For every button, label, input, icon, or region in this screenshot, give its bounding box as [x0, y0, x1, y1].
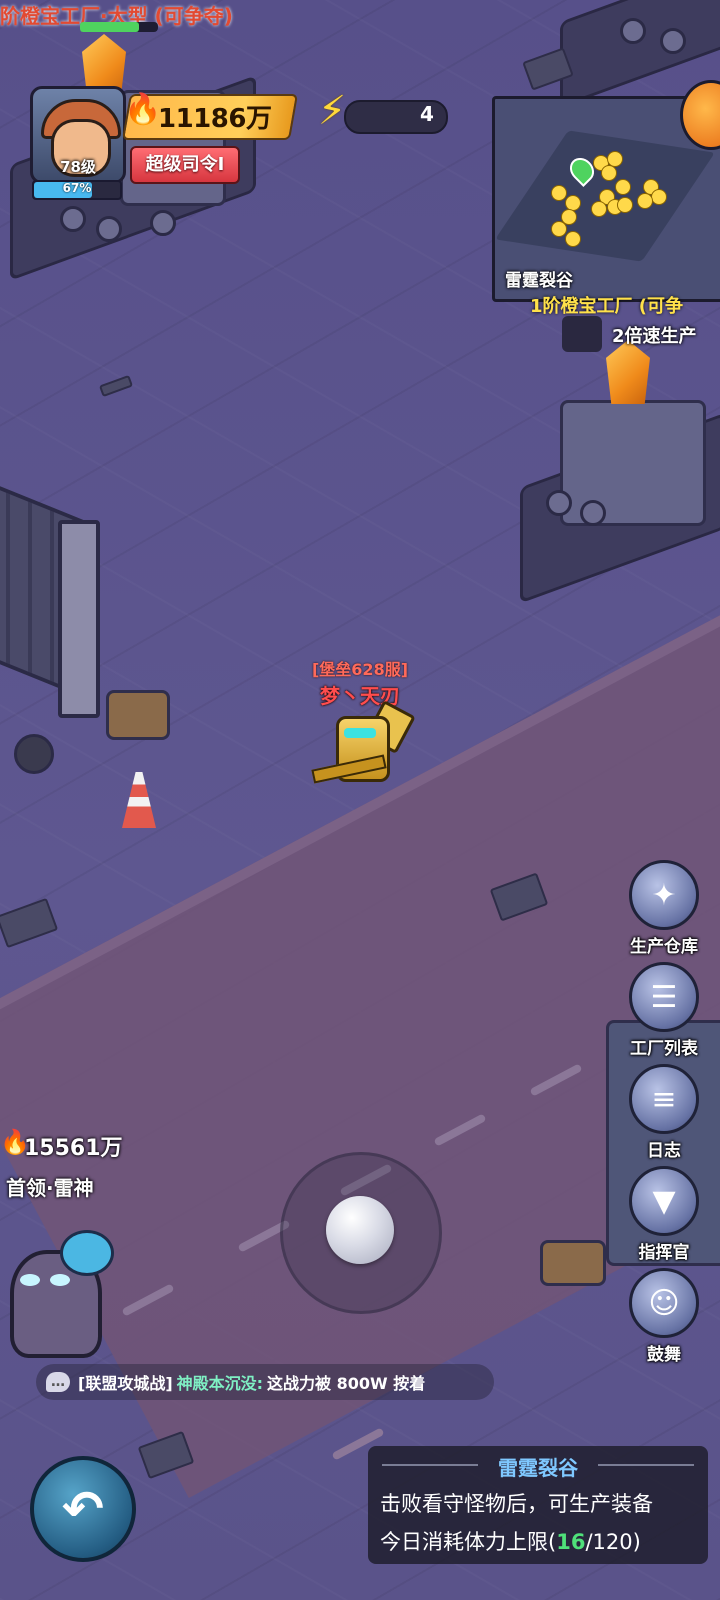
building-status: 2倍速生产	[612, 326, 697, 347]
warehouse-button[interactable]: ✦ 生产仓库	[628, 860, 700, 957]
xp-percent: 67%	[62, 181, 92, 195]
crate	[540, 1240, 606, 1286]
inspire-label: 鼓舞	[647, 1345, 681, 1365]
joystick-knob[interactable]	[326, 1196, 394, 1264]
chat-user: 神殿本沉没:	[176, 1374, 264, 1393]
chat-bubble-icon: …	[46, 1372, 70, 1392]
player-power: 11186万	[158, 104, 272, 134]
stamina-current: 16	[556, 1530, 586, 1554]
flame-icon: 🔥	[124, 92, 162, 127]
stamina-limit: 今日消耗体力上限(16/120)	[380, 1526, 641, 1556]
factory-list-label: 工厂列表	[630, 1039, 698, 1059]
player-avatar[interactable]: 78级	[30, 86, 126, 184]
player-mech-character[interactable]	[311, 700, 416, 798]
player-name: 梦丶天刃	[320, 684, 400, 708]
chat-message: 这战力被 800W 按着	[267, 1374, 426, 1393]
inspire-button[interactable]: ☺ 鼓舞	[628, 1268, 700, 1365]
area-info-panel: 雷霆裂谷 击败看守怪物后，可生产装备 今日消耗体力上限(16/120)	[368, 1446, 708, 1564]
log-label: 日志	[647, 1141, 681, 1161]
back-button[interactable]: ↶	[30, 1456, 136, 1562]
boss-power: 15561万	[24, 1136, 123, 1161]
building-status-icon	[562, 316, 602, 352]
energy-value: 4	[420, 102, 434, 126]
player-server: [堡垒628服]	[311, 660, 409, 679]
inspire-icon: ☺	[629, 1268, 699, 1338]
warehouse-label: 生产仓库	[630, 937, 698, 957]
tire	[14, 734, 54, 774]
chat-bar[interactable]: … [联盟攻城战] 神殿本沉没: 这战力被 800W 按着	[36, 1364, 494, 1400]
factory-building-topright[interactable]	[560, 0, 720, 109]
commander-icon: ▼	[629, 1166, 699, 1236]
factory-building-right[interactable]	[520, 330, 720, 604]
back-arrow-icon: ↶	[62, 1480, 104, 1538]
crate	[106, 690, 170, 740]
area-description: 击败看守怪物后，可生产装备	[380, 1492, 653, 1516]
log-icon: ≡	[629, 1064, 699, 1134]
factory-list-icon: ☰	[629, 962, 699, 1032]
boss-name: 首领·雷神	[6, 1176, 94, 1200]
log-button[interactable]: ≡ 日志	[628, 1064, 700, 1161]
commander-button[interactable]: ▼ 指挥官	[628, 1166, 700, 1263]
xp-bar: 67%	[32, 180, 122, 200]
rank-badge[interactable]: 超级司令Ⅰ	[130, 146, 240, 184]
metal-gate	[0, 470, 110, 718]
player-level: 78级	[60, 158, 96, 176]
building-title: 1阶橙宝工厂 (可争	[530, 296, 684, 317]
lightning-icon: ⚡	[318, 88, 347, 134]
warehouse-icon: ✦	[629, 860, 699, 930]
minimap-area-name: 雷霆裂谷	[505, 271, 573, 291]
area-title: 雷霆裂谷	[498, 1456, 578, 1480]
boss-thor-character[interactable]	[0, 1220, 116, 1370]
building-hp-bar	[80, 22, 158, 32]
chat-channel: [联盟攻城战]	[78, 1374, 173, 1393]
stamina-limit-suffix: /120)	[585, 1530, 641, 1554]
stamina-limit-prefix: 今日消耗体力上限(	[380, 1530, 557, 1554]
factory-list-button[interactable]: ☰ 工厂列表	[628, 962, 700, 1059]
commander-label: 指挥官	[638, 1243, 690, 1263]
